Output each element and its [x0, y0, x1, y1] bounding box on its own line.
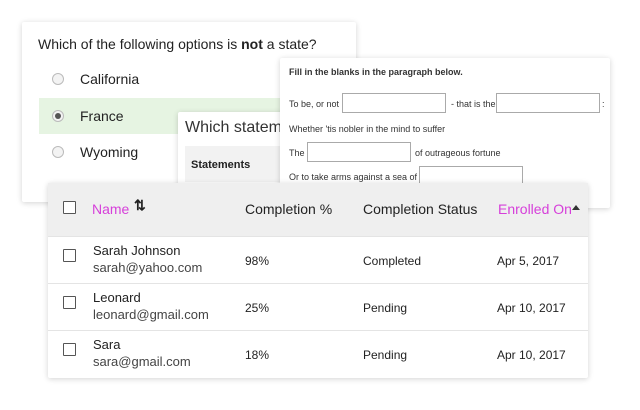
enrolled-value: Apr 5, 2017	[497, 254, 560, 268]
radio-button-selected[interactable]	[52, 110, 64, 122]
student-name: Sarah Johnson	[93, 243, 181, 258]
completion-value: 98%	[245, 254, 270, 268]
column-name-header[interactable]: Name	[92, 201, 129, 217]
student-name: Leonard	[93, 290, 141, 305]
row-checkbox[interactable]	[63, 249, 76, 262]
blank-input-3[interactable]	[307, 142, 411, 162]
statements-header-label: Statements	[191, 159, 251, 171]
table-row[interactable]: Leonard leonard@gmail.com 25% Pending Ap…	[48, 283, 588, 331]
student-name: Sara	[93, 337, 121, 352]
option-label: France	[80, 108, 124, 124]
caret-up-icon[interactable]	[572, 205, 580, 210]
table-row[interactable]: Sarah Johnson sarah@yahoo.com 98% Comple…	[48, 236, 588, 284]
statements-title: Which statem	[185, 119, 282, 136]
question-emphasis: not	[241, 36, 263, 52]
question-suffix: a state?	[262, 36, 317, 52]
status-value: Completed	[363, 254, 422, 268]
paragraph-text: - that is the	[451, 99, 496, 109]
enrollment-table: Name ⇅ Completion % Completion Status En…	[48, 183, 588, 378]
completion-value: 25%	[245, 301, 270, 315]
enrolled-value: Apr 10, 2017	[497, 348, 566, 362]
blank-input-1[interactable]	[342, 93, 446, 113]
fill-blanks-title: Fill in the blanks in the paragraph belo…	[289, 67, 463, 77]
paragraph-text: Or to take arms against a sea of	[289, 172, 418, 182]
sort-arrows-icon[interactable]: ⇅	[134, 197, 146, 214]
blank-input-2[interactable]	[496, 93, 600, 113]
paragraph-text: The	[289, 148, 305, 158]
radio-button[interactable]	[52, 73, 64, 85]
table-row[interactable]: Sara sara@gmail.com 18% Pending Apr 10, …	[48, 330, 588, 378]
student-email: sarah@yahoo.com	[93, 260, 203, 275]
status-value: Pending	[363, 348, 408, 362]
enrolled-value: Apr 10, 2017	[497, 301, 566, 315]
column-completion-header[interactable]: Completion %	[245, 201, 332, 217]
option-label: California	[80, 71, 140, 87]
student-email: leonard@gmail.com	[93, 307, 209, 322]
row-checkbox[interactable]	[63, 343, 76, 356]
column-enrolled-header[interactable]: Enrolled On	[498, 201, 572, 217]
paragraph-text: To be, or not	[289, 99, 340, 109]
question-prefix: Which of the following options is	[38, 36, 242, 52]
quiz-question: Which of the following options is not a …	[38, 36, 317, 52]
option-label: Wyoming	[80, 144, 139, 160]
table-header-row: Name ⇅ Completion % Completion Status En…	[48, 183, 588, 236]
paragraph-text: of outrageous fortune	[415, 148, 501, 158]
completion-value: 18%	[245, 348, 270, 362]
paragraph-text: :	[602, 99, 605, 109]
row-checkbox[interactable]	[63, 296, 76, 309]
status-value: Pending	[363, 301, 408, 315]
radio-button[interactable]	[52, 146, 64, 158]
select-all-checkbox[interactable]	[63, 201, 76, 214]
student-email: sara@gmail.com	[93, 354, 191, 369]
paragraph-text: Whether 'tis nobler in the mind to suffe…	[289, 124, 446, 134]
column-status-header[interactable]: Completion Status	[363, 201, 477, 217]
